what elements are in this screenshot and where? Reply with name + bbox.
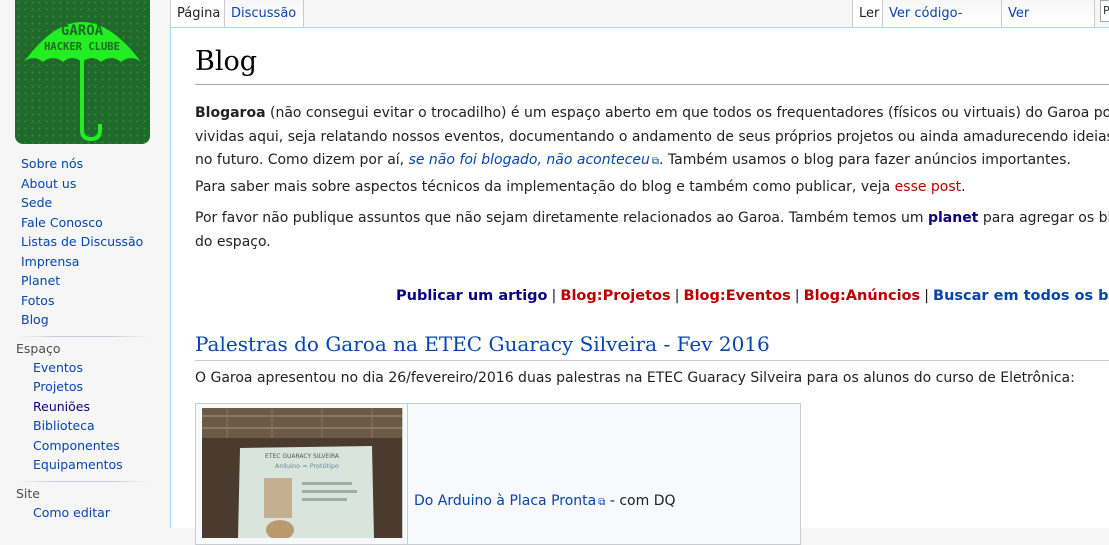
post-title-link[interactable]: Palestras do Garoa na ETEC Guaracy Silve… <box>195 332 770 356</box>
sidebar-item-planet[interactable]: Planet <box>0 271 170 291</box>
tech-text: Para saber mais sobre aspectos técnicos … <box>195 179 895 195</box>
portal-divider <box>16 335 150 337</box>
scope-paragraph: Por favor não publique assuntos que não … <box>195 207 1109 254</box>
sidebar-link[interactable]: Fotos <box>21 293 54 308</box>
scope-line-2: do espaço. <box>195 233 271 250</box>
sidebar-item-about-us[interactable]: About us <box>0 174 170 194</box>
tab-label: Discussão <box>231 6 297 21</box>
caption-text: - com DQ <box>605 493 676 509</box>
lecture-photo[interactable]: ETEC GUARACY SILVEIRA Arduino = Protótip… <box>202 408 403 538</box>
arduino-placa-link[interactable]: Do Arduino à Placa Pronta <box>414 493 596 509</box>
intro-line-1: Blogaroa (não consegui evitar o trocadil… <box>195 102 1109 126</box>
sidebar-site-nav: Como editar <box>0 503 170 523</box>
sidebar-item-projetos[interactable]: Projetos <box>0 377 170 397</box>
sidebar-link[interactable]: Imprensa <box>21 254 79 269</box>
post-gallery-table: ETEC GUARACY SILVEIRA Arduino = Protótip… <box>195 403 801 545</box>
sidebar-link[interactable]: Fale Conosco <box>21 215 103 230</box>
section-divider <box>195 360 1109 361</box>
sidebar-main-nav: Sobre nós About us Sede Fale Conosco Lis… <box>0 154 170 330</box>
nav-separator: | <box>674 288 680 304</box>
main-content: Blog Blogaroa (não consegui evitar o tro… <box>170 27 1109 545</box>
sidebar-item-sobre-nos[interactable]: Sobre nós <box>0 154 170 174</box>
nav-separator: | <box>924 288 930 304</box>
intro-text: no futuro. Como dizem por aí, <box>195 152 409 168</box>
blog-anuncios-link[interactable]: Blog:Anúncios <box>804 288 921 304</box>
sidebar-item-fale-conosco[interactable]: Fale Conosco <box>0 213 170 233</box>
sidebar-link[interactable]: Biblioteca <box>33 418 95 433</box>
sidebar-link[interactable]: Sede <box>21 195 52 210</box>
logo-text-line2: HACKER CLUBE <box>44 41 120 53</box>
sidebar-item-fotos[interactable]: Fotos <box>0 291 170 311</box>
gallery-column-divider <box>407 404 408 544</box>
intro-line-2: vividas aqui, seja relatando nossos even… <box>195 128 1109 145</box>
tab-ler[interactable]: Ler <box>852 0 883 27</box>
blogaroa-bold: Blogaroa <box>195 105 266 121</box>
planet-link[interactable]: planet <box>928 210 978 226</box>
sidebar-item-componentes[interactable]: Componentes <box>0 436 170 456</box>
slide-line-1: ETEC GUARACY SILVEIRA <box>265 453 340 460</box>
sidebar-link[interactable]: Sobre nós <box>21 156 83 171</box>
tab-ver-codigo-fonte[interactable]: Ver código-fonte <box>883 0 1002 48</box>
scope-text: Por favor não publique assuntos que não … <box>195 210 928 226</box>
sidebar-espaco-nav: Eventos Projetos Reuniões Biblioteca Com… <box>0 358 170 475</box>
portal-heading-espaco: Espaço <box>16 340 61 356</box>
sidebar-item-reunioes[interactable]: Reuniões <box>0 397 170 417</box>
tab-label: Página <box>177 6 221 21</box>
sidebar-item-como-editar[interactable]: Como editar <box>0 503 170 523</box>
scope-line-1: Por favor não publique assuntos que não … <box>195 207 1109 231</box>
nav-separator: | <box>794 288 800 304</box>
sidebar-item-blog[interactable]: Blog <box>0 310 170 330</box>
esse-post-link[interactable]: esse post <box>895 179 962 195</box>
sidebar-item-biblioteca[interactable]: Biblioteca <box>0 416 170 436</box>
sidebar-link[interactable]: Reuniões <box>33 399 90 414</box>
sidebar-link[interactable]: About us <box>21 176 76 191</box>
external-link-icon: ⧉ <box>651 156 660 167</box>
sidebar-link[interactable]: Componentes <box>33 438 120 453</box>
logo-text-line1: GAROA <box>61 23 104 39</box>
tech-text: . <box>961 179 966 195</box>
talk-caption: Do Arduino à Placa Pronta ⧉ - com DQ <box>414 493 676 509</box>
search-input[interactable]: P <box>1100 0 1109 22</box>
photo-image: ETEC GUARACY SILVEIRA Arduino = Protótip… <box>202 408 402 538</box>
nav-separator: | <box>551 288 557 304</box>
slide-line-2: Arduino = Protótipo <box>275 462 339 470</box>
blog-nav-links: Publicar um artigo | Blog:Projetos | Blog:Ev… <box>396 288 1109 304</box>
sidebar-link[interactable]: Listas de Discussão <box>21 234 143 249</box>
tab-discussao[interactable]: Discussão <box>225 0 304 27</box>
sidebar-link[interactable]: Como editar <box>33 505 110 520</box>
sidebar-link[interactable]: Planet <box>21 273 60 288</box>
sidebar: Sobre nós About us Sede Fale Conosco Lis… <box>0 150 170 522</box>
blog-eventos-link[interactable]: Blog:Eventos <box>684 288 791 304</box>
sidebar-link[interactable]: Equipamentos <box>33 457 123 472</box>
buscar-blogs-link[interactable]: Buscar em todos os blog <box>933 288 1109 304</box>
blog-projetos-link[interactable]: Blog:Projetos <box>560 288 670 304</box>
tab-pagina[interactable]: Página <box>170 0 225 27</box>
scope-text: para agregar os blog <box>982 210 1109 226</box>
publicar-artigo-link[interactable]: Publicar um artigo <box>396 288 548 304</box>
site-logo[interactable]: GAROA HACKER CLUBE <box>15 0 150 144</box>
sidebar-item-listas[interactable]: Listas de Discussão <box>0 232 170 252</box>
sidebar-link[interactable]: Projetos <box>33 379 83 394</box>
blogado-link[interactable]: se não foi blogado, não aconteceu <box>409 152 650 168</box>
sidebar-item-equipamentos[interactable]: Equipamentos <box>0 455 170 475</box>
intro-text: . Também usamos o blog para fazer anúnci… <box>659 152 1071 168</box>
sidebar-item-imprensa[interactable]: Imprensa <box>0 252 170 272</box>
title-divider <box>195 84 1109 85</box>
sidebar-item-eventos[interactable]: Eventos <box>0 358 170 378</box>
post-intro-text: O Garoa apresentou no dia 26/fevereiro/2… <box>195 370 1075 386</box>
intro-paragraph: Blogaroa (não consegui evitar o trocadil… <box>195 102 1109 174</box>
intro-text: (não consegui evitar o trocadilho) é um … <box>265 105 1109 121</box>
tech-paragraph: Para saber mais sobre aspectos técnicos … <box>195 176 1109 200</box>
portal-divider <box>16 480 150 482</box>
umbrella-logo-icon: GAROA HACKER CLUBE <box>15 0 150 144</box>
intro-line-3: no futuro. Como dizem por aí, se não foi… <box>195 149 1109 174</box>
tab-ver-historico[interactable]: Ver histórico <box>1002 0 1095 48</box>
sidebar-item-sede[interactable]: Sede <box>0 193 170 213</box>
sidebar-link[interactable]: Blog <box>21 312 49 327</box>
portal-heading-site: Site <box>16 485 40 501</box>
sidebar-link[interactable]: Eventos <box>33 360 83 375</box>
tab-label: Ler <box>859 6 880 21</box>
page-title: Blog <box>195 46 258 77</box>
